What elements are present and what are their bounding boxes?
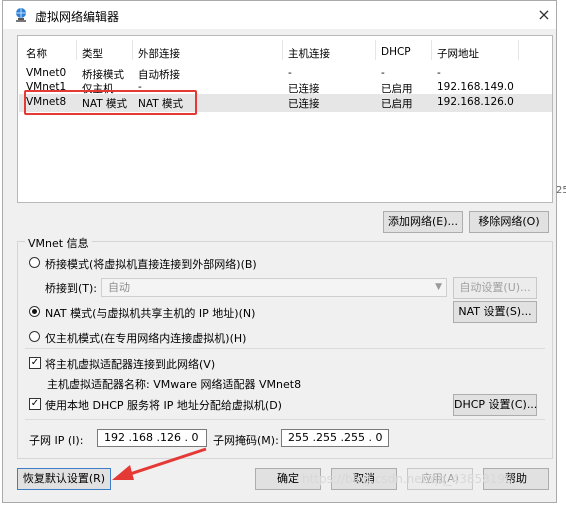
clipped-background-text: 25 (556, 185, 566, 196)
cell-dhcp: 已启用 (381, 83, 413, 95)
nat-settings-button[interactable]: NAT 设置(S)... (453, 301, 537, 323)
nat-mode-label[interactable]: NAT 模式(与虚拟机共享主机的 IP 地址)(N) (45, 305, 255, 321)
red-arrow-annotation (112, 447, 207, 480)
cell-host-connection: 已连接 (288, 98, 320, 110)
subnet-mask-input[interactable]: 255 .255 .255 . 0 (281, 429, 389, 447)
subnet-mask-label: 子网掩码(M): (213, 434, 279, 447)
cell-subnet: 192.168.149.0 (437, 81, 514, 93)
dhcp-settings-button[interactable]: DHCP 设置(C)... (453, 394, 537, 416)
bridged-to-value: 自动 (108, 281, 130, 294)
column-header-subnet[interactable]: 子网地址 (437, 46, 479, 61)
restore-defaults-button[interactable]: 恢复默认设置(R) (17, 468, 111, 490)
watermark-text: https://blog.csdn.net/qq_43858196 (302, 472, 513, 486)
cell-dhcp: - (381, 67, 385, 79)
close-icon[interactable]: × (533, 4, 555, 26)
cell-host-connection: - (288, 67, 292, 79)
adapter-name-label: 主机虚拟适配器名称: VMware 网络适配器 VMnet8 (47, 378, 302, 391)
bridged-mode-label[interactable]: 桥接模式(将虚拟机直接连接到外部网络)(B) (45, 256, 257, 272)
vmnet-info-group (17, 241, 553, 459)
nat-mode-radio[interactable] (29, 306, 40, 317)
cell-host-connection: 已连接 (288, 83, 320, 95)
cell-dhcp: 已启用 (381, 98, 413, 110)
network-globe-icon (13, 7, 29, 23)
host-only-mode-label[interactable]: 仅主机模式(在专用网络内连接虚拟机)(H) (45, 330, 246, 346)
cell-name: VMnet0 (26, 67, 67, 79)
window-title: 虚拟网络编辑器 (35, 10, 120, 24)
column-header-external[interactable]: 外部连接 (138, 46, 180, 61)
virtual-network-editor-window: 虚拟网络编辑器 × 名称 类型 外部连接 主机连接 DHCP 子网地址 VMne… (2, 0, 557, 503)
column-divider (375, 40, 376, 60)
remove-network-button[interactable]: 移除网络(O) (469, 211, 549, 233)
connect-adapter-label[interactable]: 将主机虚拟适配器连接到此网络(V) (45, 356, 215, 372)
cell-subnet: 192.168.126.0 (437, 96, 514, 108)
divider (25, 348, 545, 349)
column-divider (132, 40, 133, 60)
background-edge (557, 0, 566, 505)
column-divider (431, 40, 432, 60)
chevron-down-icon: ▼ (435, 282, 442, 292)
red-highlight-box (24, 90, 197, 115)
group-label: VMnet 信息 (25, 235, 92, 251)
subnet-ip-label: 子网 IP (I): (29, 434, 84, 447)
use-dhcp-checkbox[interactable]: ✓ (29, 398, 41, 410)
divider (25, 419, 545, 420)
connect-adapter-checkbox[interactable]: ✓ (29, 357, 41, 369)
cell-external: 自动桥接 (138, 69, 180, 81)
column-divider (518, 40, 519, 60)
bridged-to-label: 桥接到(T): (45, 282, 98, 295)
column-header-type[interactable]: 类型 (82, 46, 103, 61)
title-bar: 虚拟网络编辑器 × (3, 1, 556, 29)
column-divider (282, 40, 283, 60)
host-only-mode-radio[interactable] (29, 331, 40, 342)
column-header-host-connection[interactable]: 主机连接 (288, 46, 330, 61)
column-header-name[interactable]: 名称 (26, 46, 47, 61)
cell-type: 桥接模式 (82, 69, 124, 81)
auto-settings-button[interactable]: 自动设置(U)... (453, 277, 537, 299)
add-network-button[interactable]: 添加网络(E)... (383, 211, 463, 233)
bridged-to-select[interactable]: 自动 ▼ (101, 278, 447, 297)
column-divider (76, 40, 77, 60)
cell-subnet: - (437, 67, 441, 79)
column-header-dhcp[interactable]: DHCP (381, 46, 411, 58)
bridged-mode-radio[interactable] (29, 257, 40, 268)
use-dhcp-label[interactable]: 使用本地 DHCP 服务将 IP 地址分配给虚拟机(D) (45, 397, 282, 413)
network-list[interactable]: 名称 类型 外部连接 主机连接 DHCP 子网地址 VMnet0 桥接模式 自动… (17, 35, 553, 203)
